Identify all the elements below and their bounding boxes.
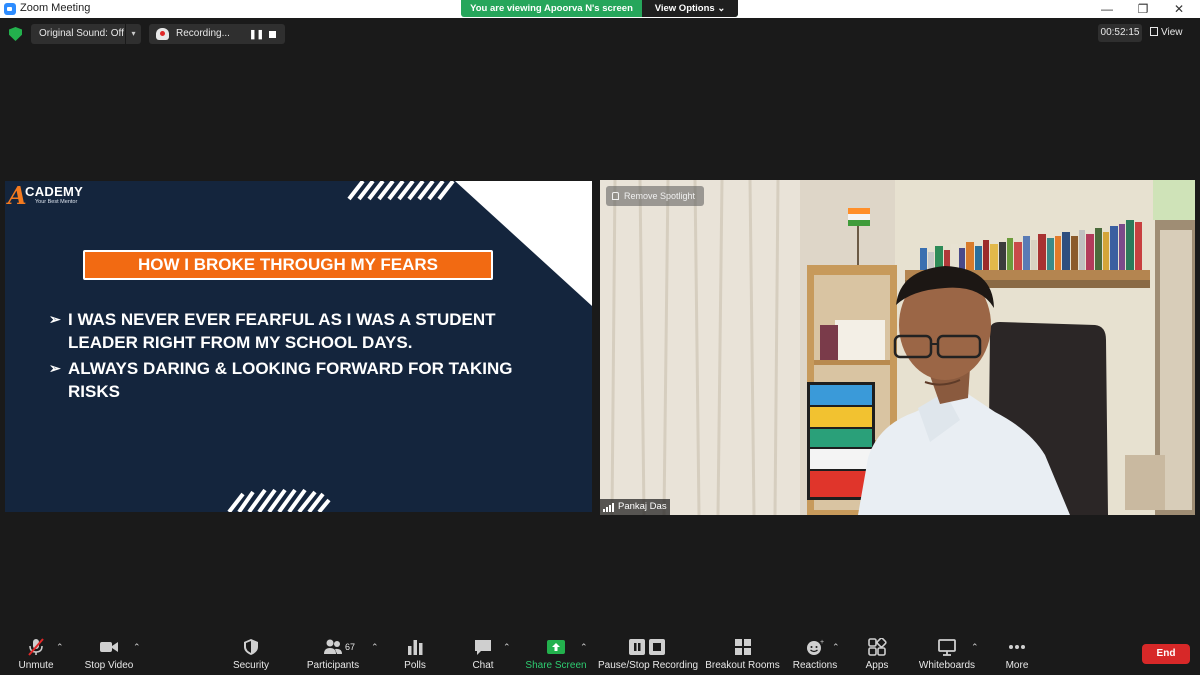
window-title: Zoom Meeting	[20, 2, 91, 14]
participant-name: Pankaj Das	[618, 501, 667, 512]
chat-options-caret[interactable]: ⌃	[503, 642, 511, 653]
reactions-smiley-icon: +	[807, 639, 824, 655]
view-label: View	[1161, 27, 1183, 38]
more-button[interactable]: More	[998, 630, 1036, 675]
meeting-timer: 00:52:15	[1098, 24, 1142, 42]
more-dots-icon	[1009, 645, 1025, 649]
shared-screen: A CADEMY Your Best Mentor HOW I BROKE TH…	[5, 181, 592, 512]
viewing-message: You are viewing Apoorva N's screen	[470, 3, 633, 14]
original-sound-button[interactable]: Original Sound: Off ▾	[31, 24, 141, 44]
participant-name-tag: Pankaj Das	[600, 499, 670, 515]
stop-video-button[interactable]: Stop Video	[80, 630, 138, 675]
logo-tagline: Your Best Mentor	[35, 199, 78, 205]
whiteboards-button[interactable]: Whiteboards	[916, 630, 978, 675]
participants-count: 67	[345, 642, 356, 652]
participants-button[interactable]: Participants	[305, 630, 361, 675]
security-label: Security	[232, 660, 270, 671]
minimize-button[interactable]: —	[1090, 0, 1124, 18]
svg-text:+: +	[820, 639, 824, 646]
pause-recording-button[interactable]: ❚❚	[249, 27, 264, 41]
share-screen-icon	[547, 640, 565, 654]
breakout-rooms-label: Breakout Rooms	[705, 660, 780, 671]
maximize-button[interactable]: ❐	[1126, 0, 1160, 18]
logo-initial: A	[8, 181, 27, 210]
unmute-button[interactable]: Unmute	[12, 630, 60, 675]
audio-options-caret[interactable]: ⌃	[56, 642, 64, 653]
close-button[interactable]: ✕	[1162, 0, 1196, 18]
whiteboards-options-caret[interactable]: ⌃	[971, 642, 979, 653]
encryption-shield-icon[interactable]	[9, 27, 22, 41]
view-options-button[interactable]: View Options ⌄	[642, 0, 738, 17]
apps-label: Apps	[865, 660, 889, 671]
apps-button[interactable]: Apps	[858, 630, 896, 675]
participant-video-frame	[600, 180, 1195, 515]
slide-heading: HOW I BROKE THROUGH MY FEARS	[137, 255, 439, 274]
polls-label: Polls	[404, 660, 426, 671]
more-label: More	[1005, 660, 1029, 671]
participants-options-caret[interactable]: ⌃	[371, 642, 379, 653]
polls-button[interactable]: Polls	[396, 630, 434, 675]
chat-label: Chat	[472, 660, 494, 671]
share-screen-label: Share Screen	[525, 660, 587, 671]
remove-spotlight-label: Remove Spotlight	[624, 191, 696, 201]
original-sound-dropdown[interactable]: ▾	[125, 24, 141, 44]
unmute-label: Unmute	[18, 660, 54, 671]
remove-spotlight-button[interactable]: Remove Spotlight	[606, 186, 704, 206]
signal-strength-icon	[603, 503, 615, 512]
pause-stop-recording-icon	[629, 639, 665, 655]
polls-chart-icon	[408, 640, 423, 655]
bullet-text: I WAS NEVER EVER FEARFUL AS I WAS A STUD…	[68, 310, 496, 352]
view-grid-icon	[1150, 27, 1158, 36]
slide-heading-box: HOW I BROKE THROUGH MY FEARS	[83, 250, 493, 280]
reactions-options-caret[interactable]: ⌃	[832, 642, 840, 653]
zoom-logo-icon	[4, 3, 16, 15]
whiteboards-label: Whiteboards	[918, 660, 976, 671]
academy-logo: A CADEMY Your Best Mentor	[8, 181, 98, 210]
recording-indicator: Recording... ❚❚	[149, 24, 285, 44]
stop-recording-button[interactable]	[269, 31, 276, 38]
reactions-label: Reactions	[792, 660, 838, 671]
whiteboard-icon	[938, 639, 956, 656]
participant-video-tile[interactable]: Remove Spotlight Pankaj Das	[600, 180, 1195, 515]
view-layout-button[interactable]: View	[1150, 24, 1194, 42]
bullet-arrow-icon: ➢	[49, 311, 61, 327]
logo-wordmark: CADEMY	[25, 184, 84, 199]
security-shield-icon	[244, 639, 258, 655]
title-bar: Zoom Meeting You are viewing Apoorva N's…	[0, 0, 1200, 18]
meeting-controls-toolbar: Unmute ⌃ Stop Video ⌃ Security Participa…	[0, 630, 1200, 675]
video-camera-icon	[100, 642, 118, 652]
recording-label: Recording...	[176, 28, 230, 39]
video-options-caret[interactable]: ⌃	[133, 642, 141, 653]
muted-microphone-icon	[28, 638, 44, 656]
participants-icon	[324, 639, 342, 654]
viewing-banner: You are viewing Apoorva N's screen View …	[461, 0, 738, 17]
cloud-recording-icon	[156, 28, 169, 40]
participants-label: Participants	[306, 660, 360, 671]
apps-icon	[868, 638, 887, 656]
stop-video-label: Stop Video	[84, 660, 134, 671]
bullet-arrow-icon: ➢	[49, 360, 61, 376]
pause-stop-recording-button[interactable]: Pause/Stop Recording	[598, 630, 698, 675]
pause-stop-recording-label: Pause/Stop Recording	[598, 660, 699, 671]
bullet-text: ALWAYS DARING & LOOKING FORWARD FOR TAKI…	[68, 359, 513, 401]
chat-button[interactable]: Chat	[464, 630, 502, 675]
breakout-rooms-button[interactable]: Breakout Rooms	[705, 630, 780, 675]
security-button[interactable]: Security	[226, 630, 276, 675]
pin-icon	[612, 192, 619, 200]
chat-bubble-icon	[475, 640, 491, 655]
share-screen-button[interactable]: Share Screen	[524, 630, 588, 675]
breakout-rooms-icon	[734, 639, 751, 655]
original-sound-label: Original Sound: Off	[39, 28, 124, 39]
end-meeting-button[interactable]: End	[1142, 644, 1190, 664]
share-options-caret[interactable]: ⌃	[580, 642, 588, 653]
zoom-meeting-window: Zoom Meeting You are viewing Apoorva N's…	[0, 0, 1200, 675]
